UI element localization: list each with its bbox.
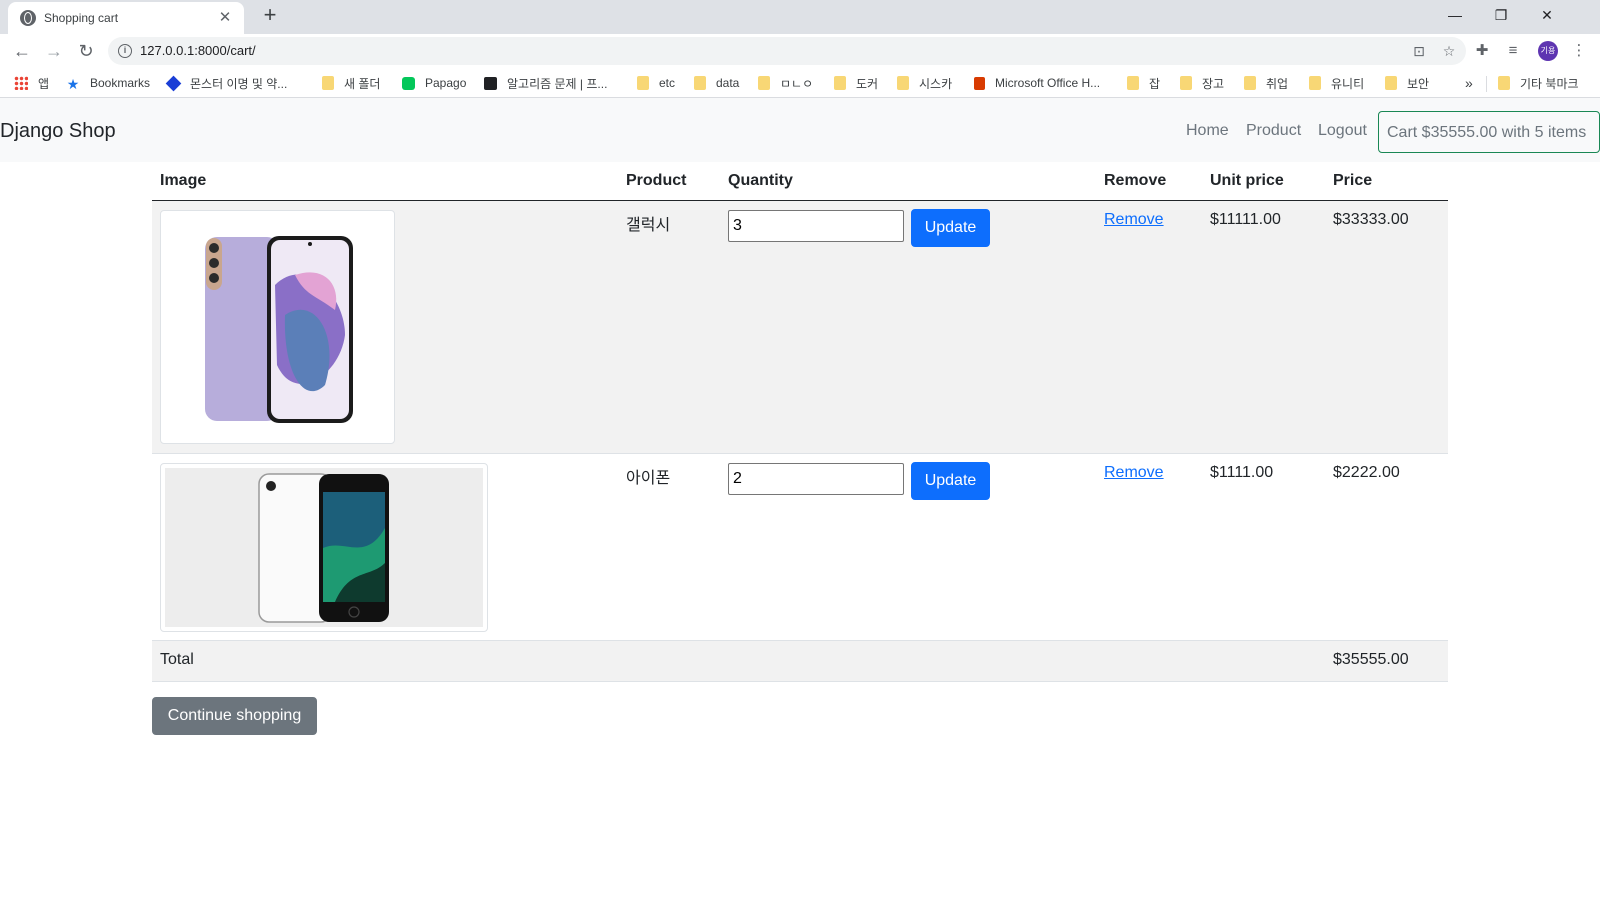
folder-icon <box>1244 76 1256 90</box>
bookmark-security[interactable]: 보안 <box>1385 74 1429 92</box>
update-button[interactable]: Update <box>911 209 990 247</box>
continue-shopping-button[interactable]: Continue shopping <box>152 697 317 735</box>
bookmark-unity[interactable]: 유니티 <box>1309 74 1364 92</box>
bookmark-new-folder[interactable]: 새 폴더 <box>322 74 380 92</box>
quantity-input[interactable] <box>728 463 904 495</box>
profile-avatar[interactable]: 기용 <box>1538 41 1558 61</box>
minimize-button[interactable]: — <box>1432 0 1478 30</box>
folder-icon <box>637 76 649 90</box>
header-product: Product <box>626 172 687 189</box>
cube-icon <box>165 75 182 91</box>
bookmark-data[interactable]: data <box>694 74 739 92</box>
bookmark-office[interactable]: Microsoft Office H... <box>974 74 1100 92</box>
header-price: Price <box>1333 172 1373 189</box>
nav-product-link[interactable]: Product <box>1246 122 1301 140</box>
product-name: 아이폰 <box>626 470 671 487</box>
checkmark-icon <box>484 76 497 90</box>
other-bookmarks[interactable]: 기타 북마크 <box>1498 74 1579 92</box>
site-navbar: Django Shop Home Product Logout Cart $35… <box>0 98 1600 162</box>
new-tab-button[interactable]: + <box>258 4 282 28</box>
table-row: 아이폰 Update Remove $1111.00 $2222.00 <box>152 454 1448 640</box>
bookmark-docker[interactable]: 도커 <box>834 74 878 92</box>
header-image: Image <box>160 172 207 189</box>
line-price: $2222.00 <box>1333 464 1400 481</box>
papago-icon <box>402 76 415 90</box>
bookmark-folder-3[interactable]: ㅁㄴㅇ <box>758 74 813 92</box>
address-bar[interactable]: i 127.0.0.1:8000/cart/ ⊡ ☆ <box>108 37 1466 65</box>
quantity-input[interactable] <box>728 210 904 242</box>
url-text[interactable]: 127.0.0.1:8000/cart/ <box>140 43 256 58</box>
forward-arrow-icon[interactable]: → <box>42 39 66 63</box>
bookmark-etc[interactable]: etc <box>637 74 675 92</box>
menu-kebab-icon[interactable]: ⋮ <box>1568 40 1590 62</box>
folder-icon <box>834 76 846 90</box>
extensions-icon[interactable]: ✚ <box>1471 40 1493 62</box>
translate-icon[interactable]: ⊡ <box>1410 42 1428 60</box>
back-arrow-icon[interactable]: ← <box>10 39 34 63</box>
browser-toolbar: ← → ↻ i 127.0.0.1:8000/cart/ ⊡ ☆ ✚ ≡ 기용 … <box>0 34 1600 68</box>
info-icon[interactable]: i <box>118 44 132 58</box>
office-icon <box>974 76 985 90</box>
bookmark-papago[interactable]: Papago <box>402 74 466 92</box>
browser-tabstrip: Shopping cart ✕ + — ❐ ✕ <box>0 0 1600 34</box>
folder-icon <box>897 76 909 90</box>
folder-icon <box>1127 76 1139 90</box>
total-value: $35555.00 <box>1333 651 1409 668</box>
product-image[interactable] <box>160 463 488 632</box>
bookmark-jobs[interactable]: 취업 <box>1244 74 1288 92</box>
header-remove: Remove <box>1104 172 1167 189</box>
bookmark-apps[interactable]: 앱 <box>14 74 49 92</box>
folder-icon <box>322 76 334 90</box>
folder-icon <box>1180 76 1192 90</box>
bookmark-algorithm[interactable]: 알고리즘 문제 | 프... <box>484 74 607 92</box>
folder-icon <box>694 76 706 90</box>
star-icon: ★ <box>66 75 80 92</box>
bookmarks-bar: 앱 ★ Bookmarks 몬스터 이명 및 약... 새 폴더 Papago 알… <box>0 68 1600 98</box>
globe-icon <box>20 10 36 26</box>
bookmark-star-icon[interactable]: ☆ <box>1440 42 1458 60</box>
folder-icon <box>758 76 770 90</box>
iphone-image <box>165 468 483 627</box>
update-button[interactable]: Update <box>911 462 990 500</box>
bookmarks-overflow-button[interactable]: » <box>1465 74 1473 92</box>
header-unit-price: Unit price <box>1210 172 1284 189</box>
line-price: $33333.00 <box>1333 211 1409 228</box>
total-row: Total $35555.00 <box>152 641 1448 682</box>
nav-home-link[interactable]: Home <box>1186 122 1229 140</box>
window-close-button[interactable]: ✕ <box>1524 0 1570 30</box>
unit-price: $11111.00 <box>1210 211 1281 228</box>
bookmark-misc[interactable]: 잡 <box>1127 74 1160 92</box>
cart-summary-button[interactable]: Cart $35555.00 with 5 items <box>1378 111 1600 153</box>
table-row: 갤럭시 Update Remove $11111.00 $33333.00 <box>152 201 1448 453</box>
bookmark-django[interactable]: 장고 <box>1180 74 1224 92</box>
product-name: 갤럭시 <box>626 217 671 234</box>
folder-icon <box>1385 76 1397 90</box>
media-control-icon[interactable]: ≡ <box>1502 40 1524 62</box>
restore-button[interactable]: ❐ <box>1478 0 1524 30</box>
tab-title: Shopping cart <box>44 11 119 25</box>
unit-price: $1111.00 <box>1210 464 1274 481</box>
bookmark-monster[interactable]: 몬스터 이명 및 약... <box>165 74 287 92</box>
folder-icon <box>1498 76 1510 90</box>
remove-link[interactable]: Remove <box>1104 211 1164 229</box>
folder-icon <box>1309 76 1321 90</box>
tab-close-icon[interactable]: ✕ <box>216 9 234 27</box>
galaxy-phone-image <box>165 215 390 439</box>
product-image[interactable] <box>160 210 395 444</box>
reload-icon[interactable]: ↻ <box>74 39 98 63</box>
bookmarks-divider <box>1486 76 1487 92</box>
total-label: Total <box>160 651 194 668</box>
header-quantity: Quantity <box>728 172 793 189</box>
browser-tab[interactable]: Shopping cart ✕ <box>8 2 244 34</box>
apps-icon <box>14 76 28 90</box>
nav-logout-link[interactable]: Logout <box>1318 122 1367 140</box>
brand-link[interactable]: Django Shop <box>0 120 116 143</box>
bookmark-cisco[interactable]: 시스카 <box>897 74 952 92</box>
bookmark-bookmarks[interactable]: ★ Bookmarks <box>66 74 150 92</box>
remove-link[interactable]: Remove <box>1104 464 1164 482</box>
